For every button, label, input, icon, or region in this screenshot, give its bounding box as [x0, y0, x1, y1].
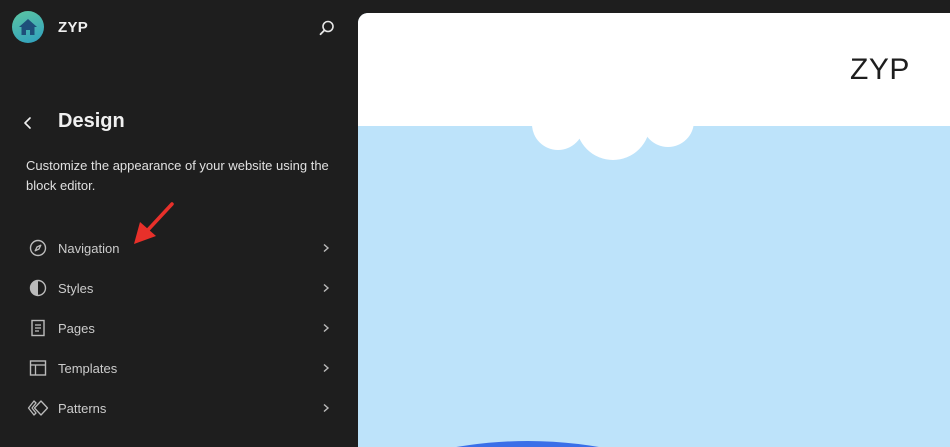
chevron-right-icon [318, 240, 334, 256]
half-circle-icon [26, 276, 50, 300]
nav-label: Patterns [58, 400, 107, 416]
back-button[interactable] [16, 111, 40, 135]
annotation-arrow-icon [134, 202, 174, 244]
diamond-icon [26, 396, 50, 420]
panel-description: Customize the appearance of your website… [26, 158, 329, 193]
panel-title: Design [58, 110, 125, 132]
cloud-illustration [532, 109, 694, 160]
nav-item-patterns[interactable]: Patterns [18, 388, 344, 428]
nav-item-navigation[interactable]: Navigation [18, 228, 344, 268]
site-name[interactable]: ZYP [58, 19, 88, 36]
navigation-menu: Navigation Styles Pages Templates Patter… [18, 228, 344, 428]
layout-icon [26, 356, 50, 380]
nav-label: Templates [58, 360, 118, 376]
page-icon [26, 316, 50, 340]
nav-item-templates[interactable]: Templates [18, 348, 344, 388]
chevron-right-icon [318, 280, 334, 296]
chevron-right-icon [318, 400, 334, 416]
nav-item-pages[interactable]: Pages [18, 308, 344, 348]
preview-site-title: ZYP [850, 53, 910, 86]
site-logo[interactable] [12, 11, 44, 43]
compass-icon [26, 236, 50, 260]
home-icon [19, 19, 37, 35]
search-button[interactable] [316, 17, 338, 39]
hill-illustration [456, 441, 600, 447]
chevron-right-icon [318, 360, 334, 376]
chevron-right-icon [318, 320, 334, 336]
sidebar: ZYP Design Customize the appearance of y… [0, 0, 358, 447]
site-editor: ZYP Design Customize the appearance of y… [0, 0, 950, 447]
nav-item-styles[interactable]: Styles [18, 268, 344, 308]
site-preview[interactable]: ZYP [358, 13, 950, 447]
chevron-left-icon [24, 117, 31, 129]
nav-label: Pages [58, 320, 95, 336]
nav-label: Navigation [58, 240, 120, 256]
nav-label: Styles [58, 280, 94, 296]
search-icon [319, 20, 334, 36]
